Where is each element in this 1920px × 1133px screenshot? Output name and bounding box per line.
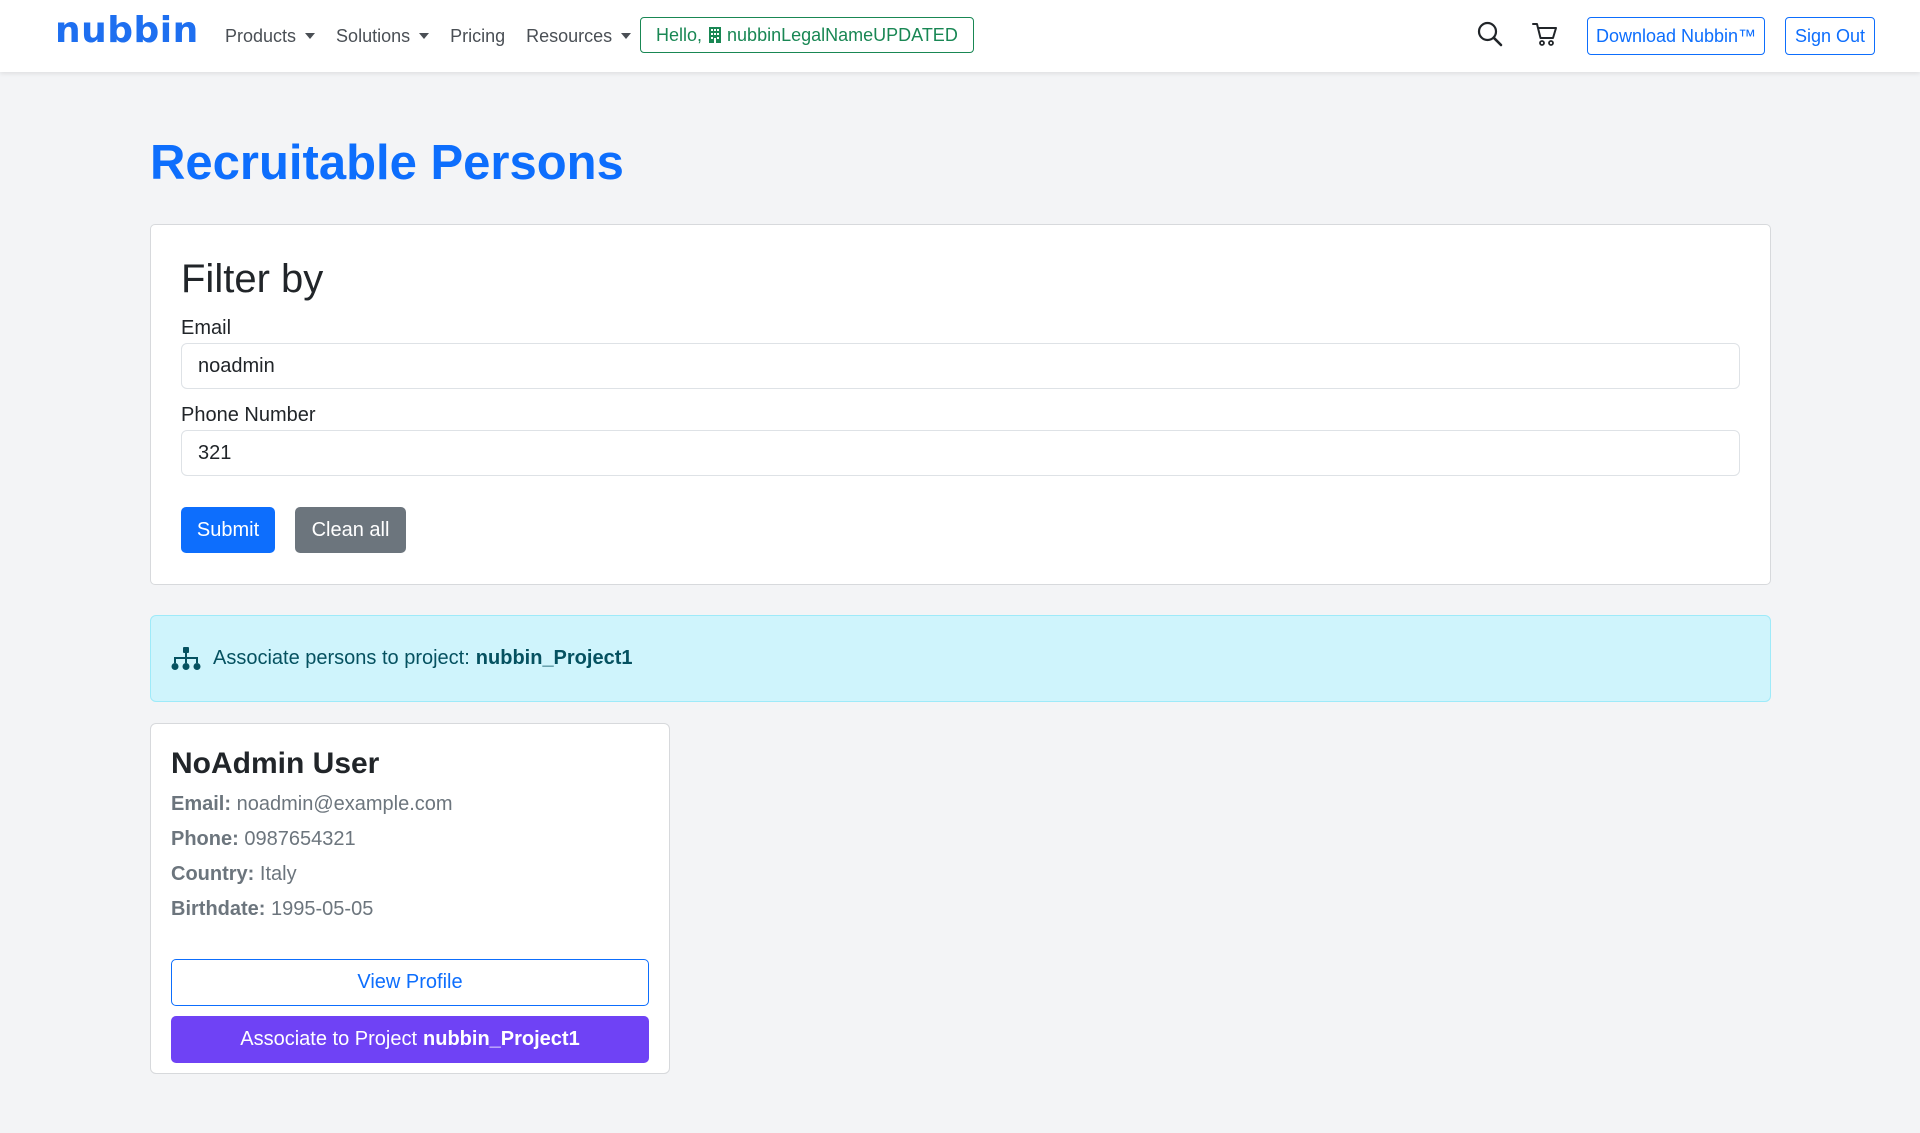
- filter-title: Filter by: [181, 257, 324, 301]
- nav-products-label: Products: [225, 25, 297, 46]
- greeting-org-name: nubbinLegalNameUPDATED: [727, 24, 958, 45]
- nav-products[interactable]: Products: [225, 25, 316, 47]
- person-birthdate: Birthdate: 1995-05-05: [171, 898, 373, 921]
- building-icon: [709, 27, 722, 43]
- nav-links: Products Solutions Pricing Resources: [225, 0, 652, 72]
- submit-button[interactable]: Submit: [181, 507, 275, 553]
- associate-to-project-button[interactable]: Associate to Project nubbin_Project1: [171, 1016, 649, 1063]
- email-label: Email: [181, 317, 232, 339]
- top-navbar: nubbin Products Solutions Pricing Resour…: [0, 0, 1920, 72]
- search-icon: [1477, 21, 1503, 47]
- sign-out-button[interactable]: Sign Out: [1785, 17, 1875, 55]
- nav-resources-label: Resources: [526, 25, 613, 46]
- sitemap-icon: [171, 646, 201, 670]
- alert-text: Associate persons to project:: [213, 647, 470, 669]
- person-name: NoAdmin User: [171, 747, 380, 780]
- project-info-alert: Associate persons to project: nubbin_Pro…: [150, 615, 1771, 702]
- chevron-down-icon: [305, 33, 316, 39]
- person-phone: Phone: 0987654321: [171, 828, 356, 851]
- nav-pricing[interactable]: Pricing: [450, 26, 505, 47]
- email-filter-input[interactable]: [181, 343, 1740, 389]
- associate-project-name: nubbin_Project1: [423, 1028, 580, 1050]
- person-card: NoAdmin User Email: noadmin@example.com …: [150, 723, 670, 1074]
- email-value: noadmin@example.com: [236, 793, 453, 815]
- greeting-prefix: Hello,: [656, 24, 703, 45]
- birthdate-key: Birthdate:: [171, 898, 266, 920]
- cart-icon: [1532, 23, 1557, 46]
- filter-card: Filter by Email Phone Number Submit Clea…: [150, 224, 1771, 585]
- phone-key: Phone:: [171, 828, 239, 850]
- associate-label: Associate to Project: [240, 1028, 418, 1050]
- birthdate-value: 1995-05-05: [271, 898, 374, 920]
- person-country: Country: Italy: [171, 863, 297, 886]
- nav-pricing-label: Pricing: [450, 25, 506, 46]
- nav-resources[interactable]: Resources: [526, 25, 632, 47]
- cart-button[interactable]: [1531, 20, 1561, 50]
- nav-solutions-label: Solutions: [336, 25, 411, 46]
- page-title: Recruitable Persons: [150, 136, 624, 190]
- download-nubbin-button[interactable]: Download Nubbin™: [1587, 17, 1765, 55]
- country-value: Italy: [259, 863, 297, 885]
- email-key: Email:: [171, 793, 232, 815]
- brand-logo[interactable]: nubbin: [55, 10, 199, 51]
- chevron-down-icon: [419, 33, 430, 39]
- nav-solutions[interactable]: Solutions: [336, 25, 430, 47]
- phone-label: Phone Number: [181, 404, 316, 426]
- clean-all-button[interactable]: Clean all: [295, 507, 406, 553]
- country-key: Country:: [171, 863, 255, 885]
- alert-project-name: nubbin_Project1: [475, 647, 633, 669]
- chevron-down-icon: [621, 33, 632, 39]
- phone-value: 0987654321: [244, 828, 356, 850]
- view-profile-button[interactable]: View Profile: [171, 959, 649, 1006]
- user-greeting-badge[interactable]: Hello, nubbinLegalNameUPDATED: [640, 17, 974, 53]
- phone-filter-input[interactable]: [181, 430, 1740, 476]
- search-button[interactable]: [1476, 20, 1506, 50]
- person-email: Email: noadmin@example.com: [171, 793, 453, 816]
